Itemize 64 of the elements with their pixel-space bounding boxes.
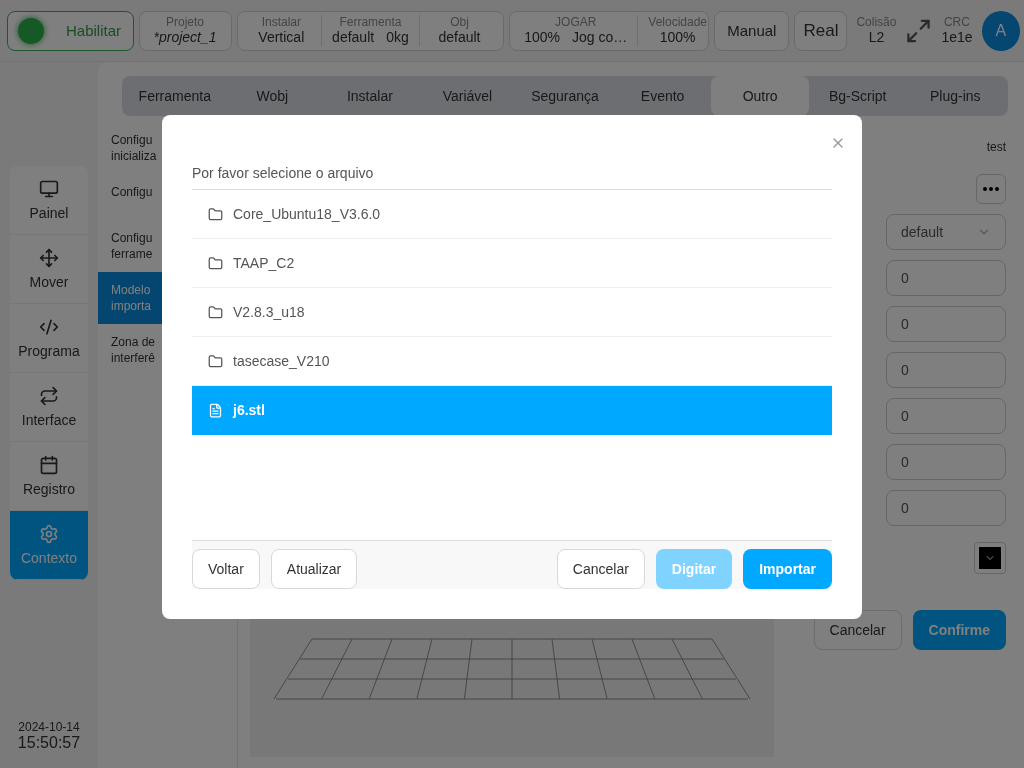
folder-icon	[208, 353, 223, 369]
input-field[interactable]: 0	[886, 398, 1006, 434]
project-label: Projeto	[166, 15, 205, 29]
calendar-icon	[39, 455, 59, 475]
jog-label: JOGAR	[555, 15, 597, 29]
dots-icon	[982, 187, 1000, 191]
enable-button[interactable]: Habilitar	[7, 10, 134, 51]
crc-value: 1e1e	[941, 29, 973, 46]
input-field[interactable]: 0	[886, 352, 1006, 388]
setup-value: Vertical	[258, 29, 305, 46]
select-field[interactable]: default	[886, 214, 1006, 250]
color-picker[interactable]	[974, 542, 1006, 574]
setup-value: default	[332, 29, 375, 46]
setup-label: Instalar	[261, 15, 301, 29]
settings-icon	[39, 524, 59, 544]
time-text: 15:50:57	[17, 734, 81, 752]
user-avatar[interactable]: A	[981, 10, 1020, 51]
folder-icon	[208, 255, 223, 271]
nav-item[interactable]: Contexto	[10, 511, 88, 580]
jog-value: 100%	[659, 29, 696, 46]
code-icon	[39, 317, 59, 337]
setup-value: default	[438, 29, 481, 46]
swap-icon	[39, 386, 59, 406]
dialog-button[interactable]: Atualizar	[270, 549, 358, 589]
form-button[interactable]: Confirme	[912, 610, 1006, 650]
tab[interactable]: Ferramenta	[126, 76, 224, 116]
file-row[interactable]: j6.stl	[192, 386, 832, 435]
input-field[interactable]: 0	[886, 306, 1006, 342]
jog-panel[interactable]: JOGAR 100% Jog co… Velocidade 100%	[509, 10, 710, 51]
project-panel[interactable]: Projeto *project_1	[138, 10, 232, 51]
input-field[interactable]: 0	[886, 490, 1006, 526]
input-field[interactable]: 0	[886, 444, 1006, 480]
setup-label: Ferramenta	[339, 15, 402, 29]
status-dot-icon	[18, 17, 44, 44]
more-button[interactable]	[976, 174, 1006, 204]
mode-button[interactable]: Manual	[714, 10, 790, 51]
setup-value: 0kg	[386, 29, 409, 46]
tab[interactable]: Wobj	[223, 76, 322, 116]
folder-icon	[208, 206, 223, 222]
tab[interactable]: Bg-Script	[808, 76, 907, 116]
jog-value: 100%	[524, 29, 561, 46]
setup-label: Obj	[450, 15, 469, 29]
jog-value: Jog co…	[572, 29, 628, 46]
date-text: 2024-10-14	[18, 720, 80, 734]
tab[interactable]: Outro	[711, 76, 809, 116]
dialog-button[interactable]: Cancelar	[556, 549, 645, 589]
folder-icon	[208, 304, 223, 320]
collision-value: L2	[868, 29, 885, 46]
tab[interactable]: Variável	[418, 76, 517, 116]
tab[interactable]: Instalar	[321, 76, 419, 116]
file-icon	[208, 402, 223, 418]
tab[interactable]: Plug-ins	[906, 76, 1005, 116]
move-icon	[39, 248, 59, 268]
setup-panel[interactable]: Instalar Vertical Ferramenta default 0kg Obj default	[236, 10, 505, 51]
model-name: test	[986, 140, 1006, 154]
project-name: *project_1	[153, 29, 217, 46]
tab[interactable]: Segurança	[516, 76, 614, 116]
dialog-button[interactable]: Importar	[743, 549, 832, 589]
jog-label: Velocidade	[648, 15, 708, 29]
monitor-icon	[39, 179, 59, 199]
input-field[interactable]: 0	[886, 260, 1006, 296]
dialog-button[interactable]: Voltar	[192, 549, 260, 589]
tab[interactable]: Evento	[613, 76, 712, 116]
mode-button[interactable]: Real	[794, 10, 848, 51]
